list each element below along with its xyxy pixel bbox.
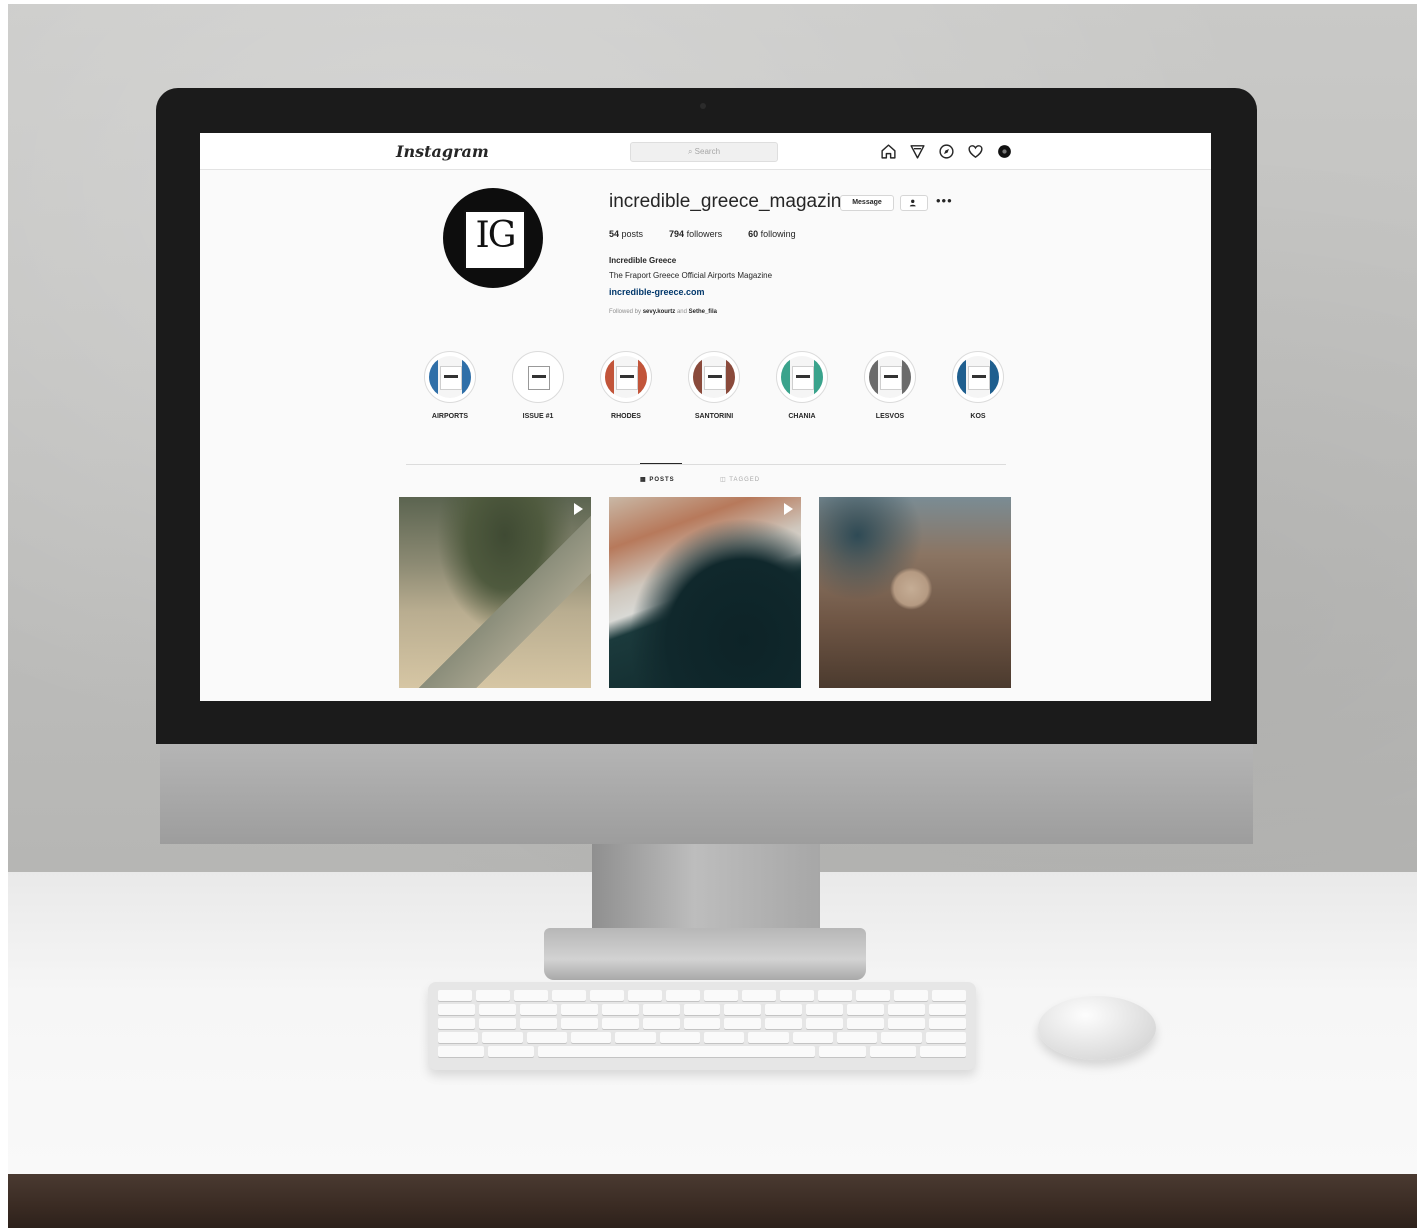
- search-input[interactable]: ⌕ Search: [630, 142, 778, 162]
- search-icon: ⌕: [687, 147, 695, 156]
- monitor-stand-base: [544, 928, 866, 980]
- highlight-airports[interactable]: AIRPORTS: [422, 351, 478, 420]
- profile-username: incredible_greece_magazine: [609, 191, 852, 212]
- monitor-camera: [700, 103, 706, 109]
- instagram-logo[interactable]: Instagram: [396, 142, 489, 161]
- grid-icon: ▦: [640, 477, 650, 483]
- tab-posts[interactable]: ▦ POSTS: [640, 476, 675, 483]
- video-icon: [784, 503, 793, 515]
- direct-icon[interactable]: [909, 143, 926, 160]
- bio-website-link[interactable]: incredible-greece.com: [609, 287, 705, 297]
- video-icon: [574, 503, 583, 515]
- followers-stat[interactable]: 794 followers: [669, 229, 722, 239]
- tabs-divider: [406, 464, 1006, 465]
- active-tab-indicator: [640, 463, 682, 464]
- post-thumbnail[interactable]: [609, 497, 801, 688]
- followed-by-text: Followed by sevy.kourtz and Sethe_fila: [609, 309, 717, 315]
- monitor-chin: [160, 744, 1253, 844]
- following-stat[interactable]: 60 following: [748, 229, 796, 239]
- nav-icons: [880, 143, 1013, 160]
- highlight-rhodes[interactable]: RHODES: [598, 351, 654, 420]
- message-button[interactable]: Message: [840, 195, 894, 211]
- bio-display-name: Incredible Greece: [609, 256, 677, 265]
- posts-stat: 54 posts: [609, 229, 644, 239]
- highlight-label: LESVOS: [875, 413, 905, 420]
- search-placeholder: Search: [694, 147, 721, 156]
- highlight-kos[interactable]: KOS: [950, 351, 1006, 420]
- highlight-issue-1[interactable]: ISSUE #1: [510, 351, 566, 420]
- highlight-label: SANTORINI: [694, 413, 734, 420]
- desk-edge: [8, 1174, 1417, 1228]
- highlight-lesvos[interactable]: LESVOS: [862, 351, 918, 420]
- highlight-label: KOS: [970, 413, 986, 420]
- instagram-screen: Instagram ⌕ Search IG incredible_greece_…: [200, 133, 1211, 701]
- followed-by-user[interactable]: sevy.kourtz: [643, 309, 676, 315]
- monitor-stand: [592, 844, 820, 930]
- options-button[interactable]: •••: [936, 193, 953, 208]
- profile-stats: 54 posts 794 followers 60 following: [609, 229, 796, 239]
- tag-icon: ◫: [720, 477, 730, 483]
- followed-by-user[interactable]: Sethe_fila: [689, 309, 717, 315]
- home-icon[interactable]: [880, 143, 897, 160]
- highlight-label: AIRPORTS: [431, 413, 469, 420]
- bio-description: The Fraport Greece Official Airports Mag…: [609, 271, 773, 280]
- follow-status-button[interactable]: [900, 195, 928, 211]
- story-highlights: AIRPORTS ISSUE #1 RHODES SANTORINI CHANI…: [422, 351, 1006, 420]
- post-thumbnail[interactable]: [819, 497, 1011, 688]
- highlight-santorini[interactable]: SANTORINI: [686, 351, 742, 420]
- top-navigation-bar: Instagram ⌕ Search: [200, 133, 1211, 170]
- highlight-label: CHANIA: [788, 413, 816, 420]
- highlight-label: ISSUE #1: [522, 413, 554, 420]
- explore-icon[interactable]: [938, 143, 955, 160]
- activity-icon[interactable]: [967, 143, 984, 160]
- tab-tagged[interactable]: ◫ TAGGED: [720, 476, 760, 483]
- mouse: [1038, 996, 1156, 1060]
- profile-icon[interactable]: [996, 143, 1013, 160]
- highlight-label: RHODES: [611, 413, 641, 420]
- keyboard: [428, 982, 976, 1070]
- highlight-chania[interactable]: CHANIA: [774, 351, 830, 420]
- post-thumbnail[interactable]: [399, 497, 591, 688]
- avatar-logo-text: IG: [475, 215, 517, 256]
- user-check-icon: [909, 199, 916, 207]
